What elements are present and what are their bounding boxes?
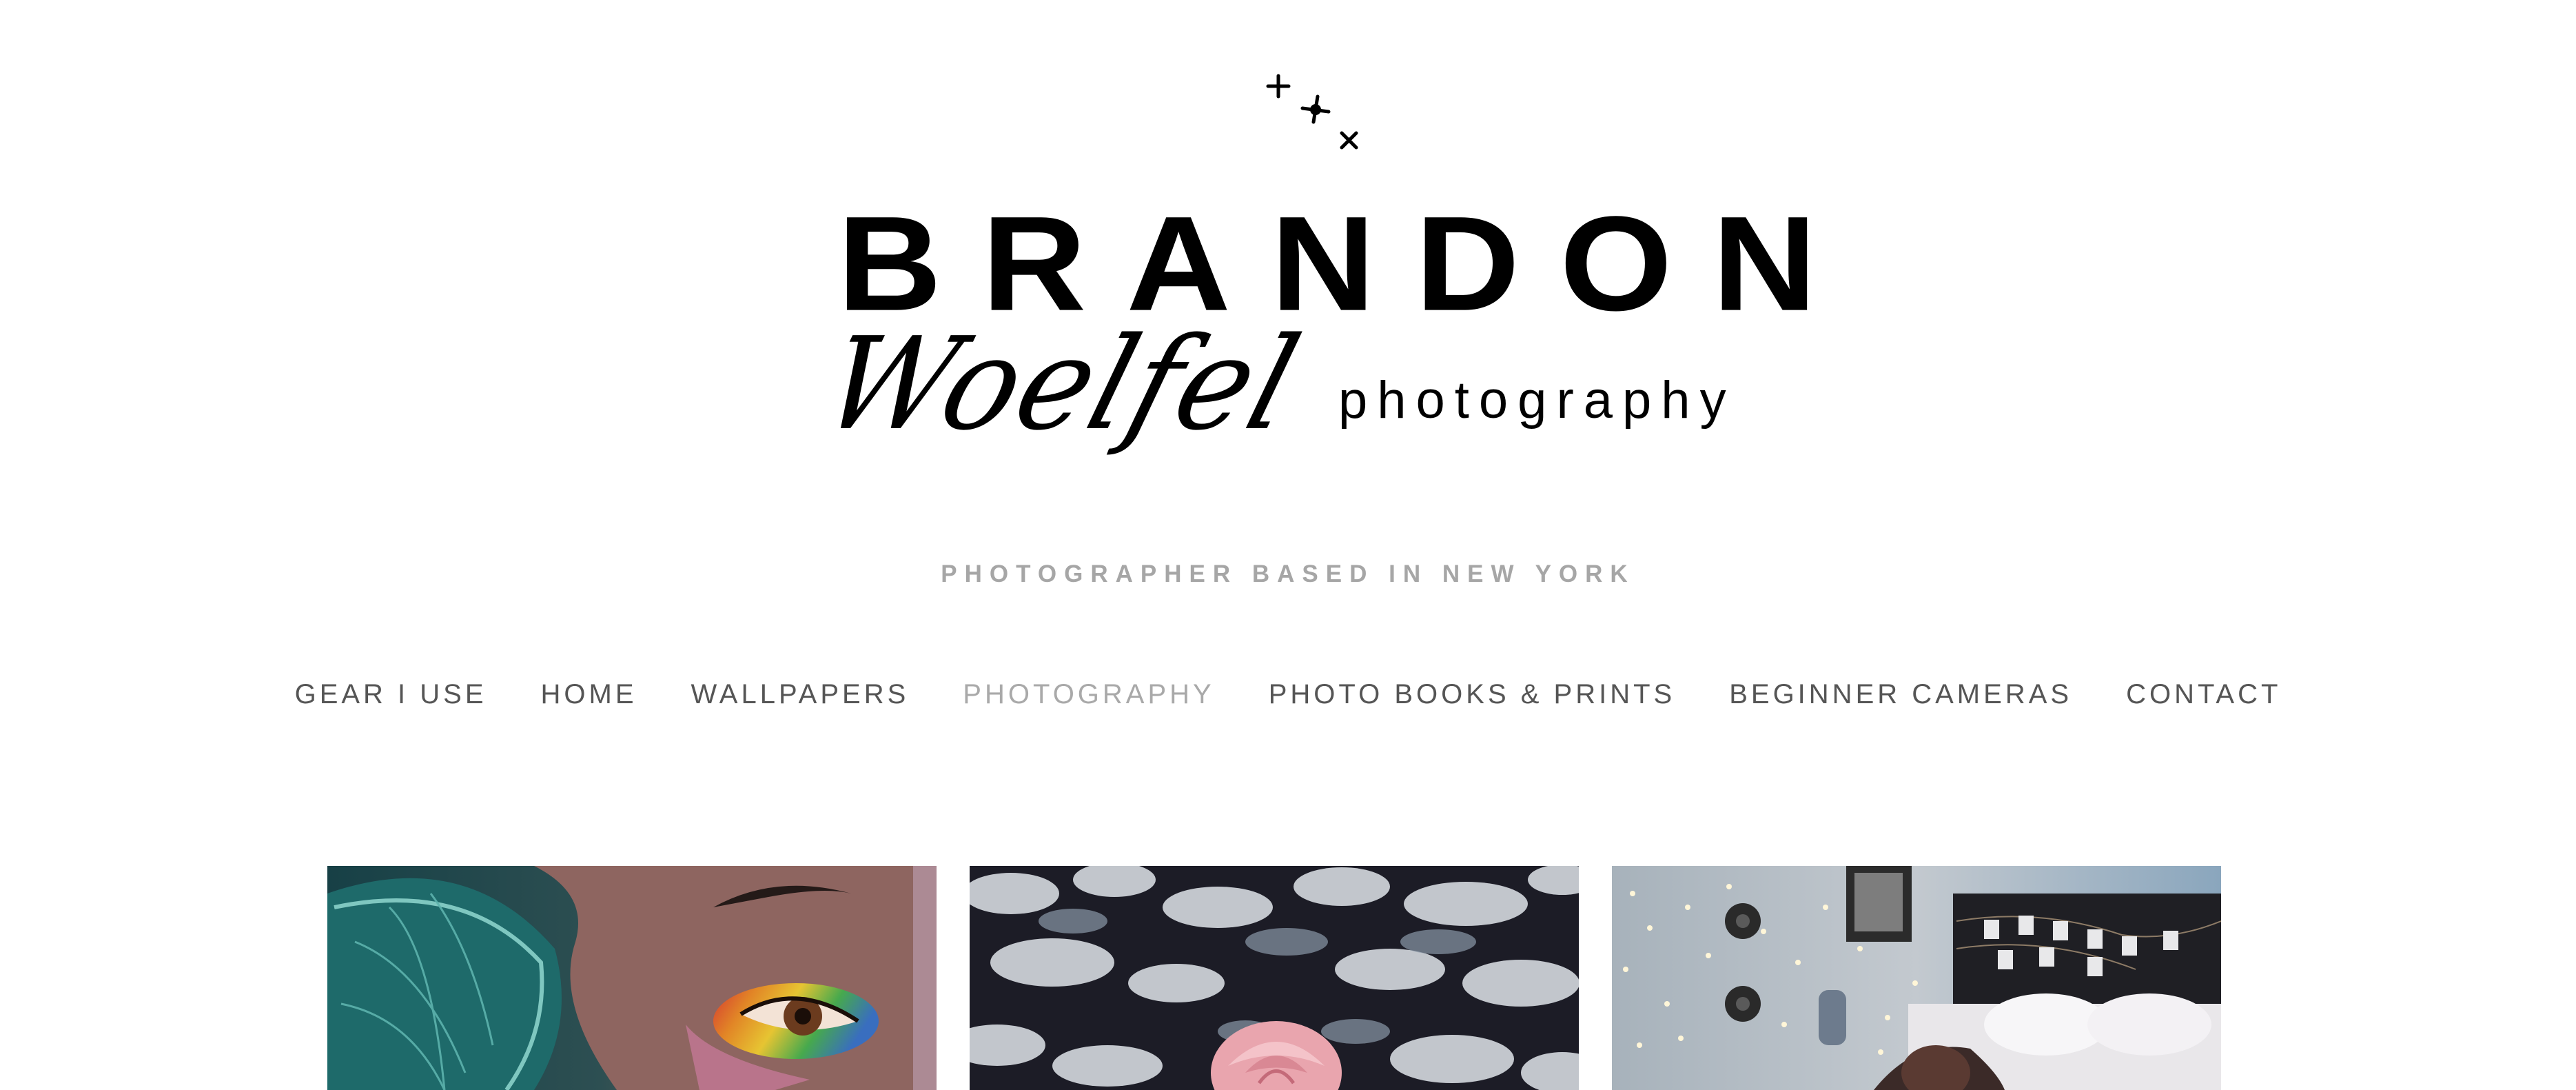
logo-photography-text: photography bbox=[1338, 371, 1736, 430]
nav-contact[interactable]: CONTACT bbox=[2126, 677, 2281, 711]
gallery-photo-rainbow-eye[interactable] bbox=[327, 866, 937, 1090]
nav-wallpapers[interactable]: WALLPAPERS bbox=[691, 677, 910, 711]
photo-image bbox=[1612, 866, 2221, 1090]
site-tagline: PHOTOGRAPHER BASED IN NEW YORK bbox=[941, 561, 1635, 587]
site-logo[interactable]: BRANDON Woelfel photography bbox=[808, 65, 1817, 458]
photo-image bbox=[327, 866, 937, 1090]
nav-home[interactable]: HOME bbox=[541, 677, 637, 711]
nav-gear-i-use[interactable]: GEAR I USE bbox=[295, 677, 487, 711]
nav-beginner-cameras[interactable]: BEGINNER CAMERAS bbox=[1729, 677, 2072, 711]
nav-photography[interactable]: PHOTOGRAPHY bbox=[963, 677, 1214, 711]
logo-woelfel-script: Woelfel bbox=[808, 310, 1315, 458]
gallery-photo-snowy-rose[interactable] bbox=[970, 866, 1579, 1090]
main-nav: GEAR I USE HOME WALLPAPERS PHOTOGRAPHY P… bbox=[0, 677, 2576, 711]
photo-image bbox=[970, 866, 1579, 1090]
gallery-photo-bedroom-lights[interactable] bbox=[1612, 866, 2221, 1090]
nav-photo-books-prints[interactable]: PHOTO BOOKS & PRINTS bbox=[1269, 677, 1675, 711]
